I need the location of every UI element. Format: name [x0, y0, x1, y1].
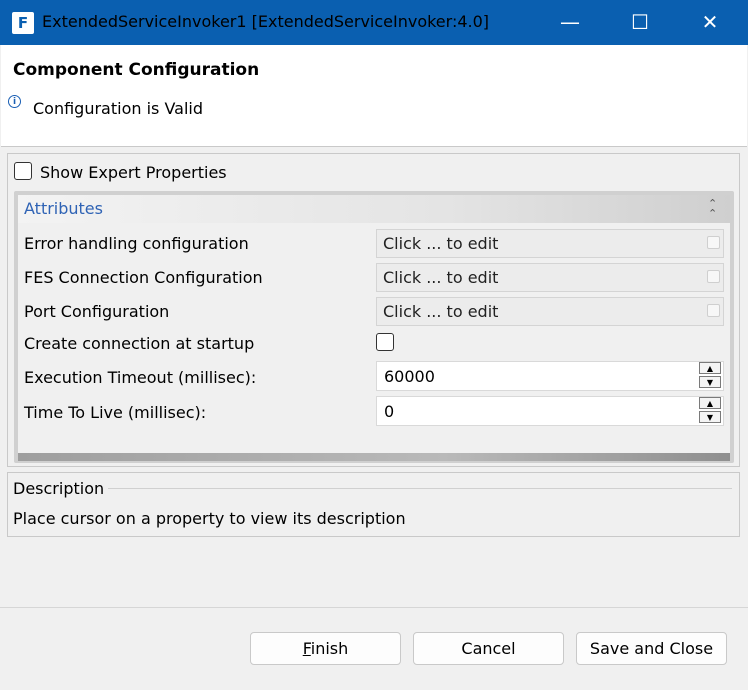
finish-button[interactable]: Finish	[250, 632, 401, 665]
property-label: Create connection at startup	[24, 334, 255, 353]
collapse-up-icon[interactable]: ⌃ ⌃	[708, 198, 717, 219]
info-icon: i	[8, 95, 21, 108]
maximize-icon[interactable]: ☐	[605, 0, 675, 45]
page-title: Component Configuration	[13, 60, 260, 80]
attributes-footer	[18, 453, 730, 461]
time-to-live-input[interactable]	[376, 396, 724, 426]
editor-placeholder: Click ... to edit	[383, 234, 499, 253]
description-divider	[108, 488, 732, 489]
property-label: Error handling configuration	[24, 234, 249, 253]
increment-icon[interactable]: ▲	[699, 397, 721, 409]
spinner-value: 0	[384, 402, 395, 421]
cancel-button[interactable]: Cancel	[413, 632, 564, 665]
decrement-icon[interactable]: ▼	[699, 376, 721, 388]
finish-mnemonic: F	[302, 639, 311, 658]
window-title: ExtendedServiceInvoker1 [ExtendedService…	[42, 12, 490, 31]
property-label: Port Configuration	[24, 302, 170, 321]
spinner-value: 60000	[384, 367, 435, 386]
attributes-header[interactable]	[18, 195, 730, 223]
attributes-title: Attributes	[24, 199, 103, 218]
finish-label: inish	[310, 639, 349, 658]
decrement-icon[interactable]: ▼	[699, 411, 721, 423]
minimize-icon[interactable]: —	[535, 0, 605, 45]
description-title: Description	[13, 479, 105, 498]
editor-placeholder: Click ... to edit	[383, 268, 499, 287]
property-label: Execution Timeout (millisec):	[24, 368, 257, 387]
description-text: Place cursor on a property to view its d…	[13, 509, 406, 528]
editor-checkbox[interactable]	[707, 270, 720, 283]
status-message: Configuration is Valid	[33, 99, 204, 118]
editor-checkbox[interactable]	[707, 304, 720, 317]
show-expert-checkbox[interactable]	[14, 162, 32, 180]
editor-placeholder: Click ... to edit	[383, 302, 499, 321]
create-connection-checkbox[interactable]	[376, 333, 394, 351]
increment-icon[interactable]: ▲	[699, 362, 721, 374]
app-logo-icon: F	[12, 12, 34, 34]
button-bar-divider	[0, 607, 748, 608]
property-label: FES Connection Configuration	[24, 268, 263, 287]
property-label: Time To Live (millisec):	[24, 403, 207, 422]
editor-checkbox[interactable]	[707, 236, 720, 249]
show-expert-label: Show Expert Properties	[40, 163, 227, 182]
save-and-close-button[interactable]: Save and Close	[576, 632, 727, 665]
close-icon[interactable]: ✕	[675, 0, 745, 45]
